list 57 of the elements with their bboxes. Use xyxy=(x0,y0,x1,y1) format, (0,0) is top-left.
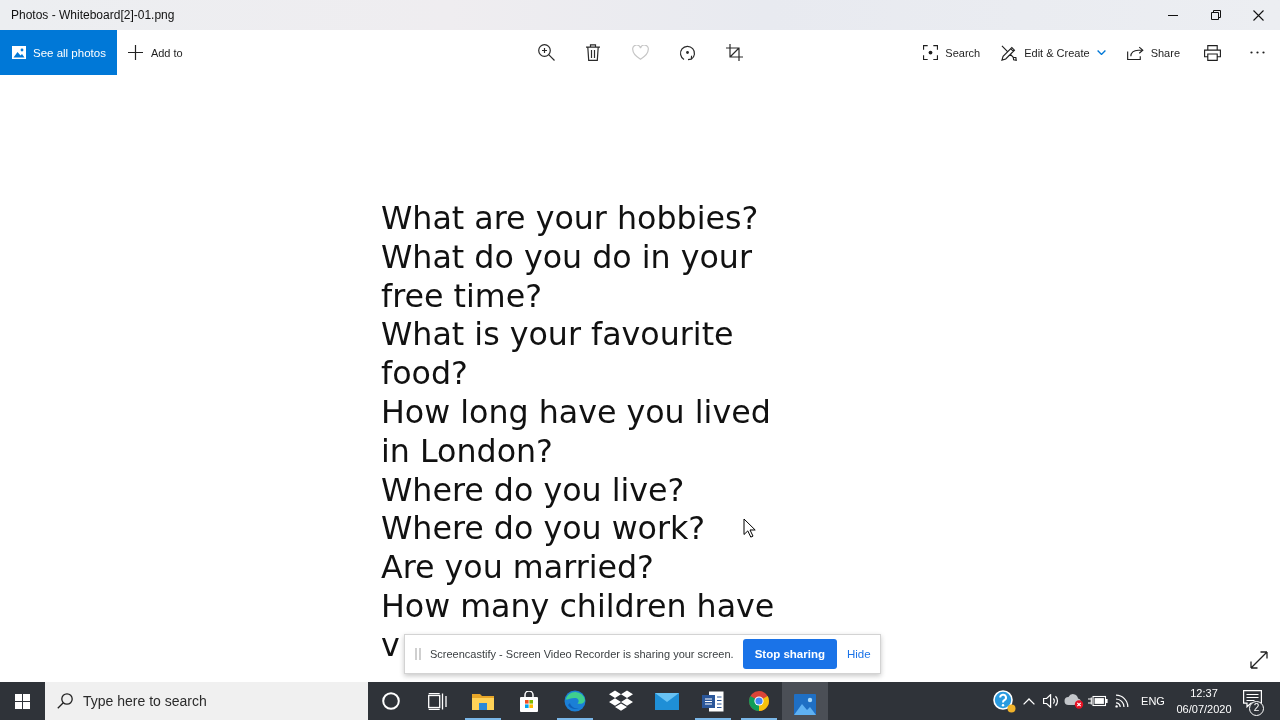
windows-logo-icon xyxy=(15,693,30,709)
document-icon xyxy=(702,690,724,712)
text-line: food? xyxy=(381,354,468,393)
text-line: Are you married? xyxy=(381,548,654,587)
folder-icon xyxy=(472,691,494,711)
search-button[interactable]: Search xyxy=(912,30,991,75)
ring-icon xyxy=(382,692,400,710)
close-icon xyxy=(1253,9,1264,21)
volume-icon[interactable] xyxy=(1043,694,1059,708)
search-field[interactable]: Type here to search xyxy=(45,682,368,720)
cloud-error-icon[interactable] xyxy=(1064,693,1084,709)
plus-icon xyxy=(127,45,143,60)
add-to-button[interactable]: Add to xyxy=(116,30,194,75)
hide-link[interactable]: Hide xyxy=(846,648,871,660)
shopping-bag-icon xyxy=(519,690,539,712)
notification-count: 2 xyxy=(1249,701,1264,716)
help-icon[interactable] xyxy=(992,689,1016,713)
minimize-icon xyxy=(1167,14,1178,16)
printer-icon xyxy=(1204,44,1221,61)
picture-icon xyxy=(794,694,816,715)
pencil-brush-icon xyxy=(1001,44,1018,61)
language-indicator[interactable]: ENG xyxy=(1141,695,1165,707)
text-line: What are your hobbies? xyxy=(381,199,759,238)
edit-create-button[interactable]: Edit & Create xyxy=(990,30,1116,75)
color-wheel-icon xyxy=(748,690,770,712)
see-all-photos-button[interactable]: See all photos xyxy=(0,30,117,75)
viewfinder-icon xyxy=(923,45,939,60)
pointer-icon xyxy=(743,518,756,538)
chevron-up-icon[interactable] xyxy=(1023,697,1035,705)
share-message: Screencastify - Screen Video Recorder is sharing your screen. xyxy=(430,648,734,660)
text-line: What is your favourite xyxy=(381,315,734,355)
text-line: v xyxy=(381,625,400,665)
battery-icon[interactable] xyxy=(1088,695,1108,707)
more-icon xyxy=(1250,51,1265,54)
text-line: What do you do in your xyxy=(381,237,752,277)
swirl-icon xyxy=(564,690,586,712)
clock-date[interactable]: 06/07/2020 xyxy=(1176,701,1232,717)
restore-icon xyxy=(1210,10,1221,20)
text-line: How many children have xyxy=(381,586,775,626)
grip-icon[interactable] xyxy=(415,648,421,660)
envelope-icon xyxy=(655,692,679,710)
text-line: How long have you lived xyxy=(381,393,771,432)
image-icon xyxy=(12,46,26,59)
wifi-icon[interactable] xyxy=(1115,694,1129,708)
text-line: Where do you live? xyxy=(381,470,685,510)
text-line: in London? xyxy=(381,431,553,471)
clock-time[interactable]: 12:37 xyxy=(1190,685,1218,701)
task-view-icon xyxy=(427,692,447,710)
window-title: Photos - Whiteboard[2]-01.png xyxy=(11,8,175,22)
text-line: Where do you work? xyxy=(381,509,706,549)
search-icon xyxy=(57,693,73,709)
text-line: free time? xyxy=(381,276,542,316)
stop-sharing-button[interactable]: Stop sharing xyxy=(742,639,837,669)
share-icon xyxy=(1126,45,1144,60)
expand-icon[interactable] xyxy=(1250,651,1268,669)
diamonds-icon xyxy=(609,690,633,712)
share-button[interactable]: Share xyxy=(1115,30,1190,75)
